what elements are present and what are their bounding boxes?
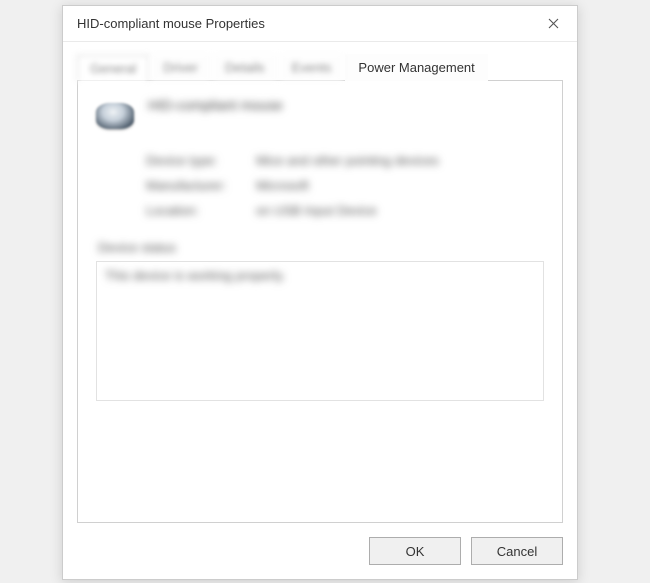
location-value: on USB Input Device (256, 203, 544, 218)
tab-label: Details (225, 60, 265, 75)
close-icon (548, 18, 559, 29)
device-status-group: Device status This device is working pro… (96, 240, 544, 401)
dialog-title: HID-compliant mouse Properties (77, 16, 265, 31)
close-button[interactable] (537, 10, 569, 38)
location-label: Location: (146, 203, 256, 218)
tab-general[interactable]: General (77, 55, 149, 82)
tab-panel-general: HID-compliant mouse Device type: Mice an… (77, 80, 563, 523)
device-name: HID-compliant mouse (148, 95, 283, 113)
manufacturer-label: Manufacturer: (146, 178, 256, 193)
tab-label: Power Management (358, 60, 474, 75)
device-status-text: This device is working properly. (105, 268, 535, 283)
tab-label: Driver (163, 60, 198, 75)
tab-power-management[interactable]: Power Management (345, 54, 487, 81)
tab-label: General (90, 61, 136, 76)
tab-label: Events (292, 60, 332, 75)
device-property-grid: Device type: Mice and other pointing dev… (146, 153, 544, 218)
tab-driver[interactable]: Driver (150, 54, 211, 81)
dialog-button-row: OK Cancel (63, 523, 577, 579)
properties-dialog: HID-compliant mouse Properties General D… (62, 5, 578, 580)
device-type-value: Mice and other pointing devices (256, 153, 544, 168)
tab-details[interactable]: Details (212, 54, 278, 81)
device-status-label: Device status (96, 240, 544, 255)
ok-button[interactable]: OK (369, 537, 461, 565)
device-status-textbox[interactable]: This device is working properly. (96, 261, 544, 401)
title-bar: HID-compliant mouse Properties (63, 6, 577, 42)
manufacturer-value: Microsoft (256, 178, 544, 193)
tab-events[interactable]: Events (279, 54, 345, 81)
cancel-button[interactable]: Cancel (471, 537, 563, 565)
device-header: HID-compliant mouse (96, 95, 544, 129)
mouse-icon (96, 103, 134, 129)
device-type-label: Device type: (146, 153, 256, 168)
content-area: General Driver Details Events Power Mana… (63, 42, 577, 523)
tab-strip: General Driver Details Events Power Mana… (77, 54, 563, 81)
